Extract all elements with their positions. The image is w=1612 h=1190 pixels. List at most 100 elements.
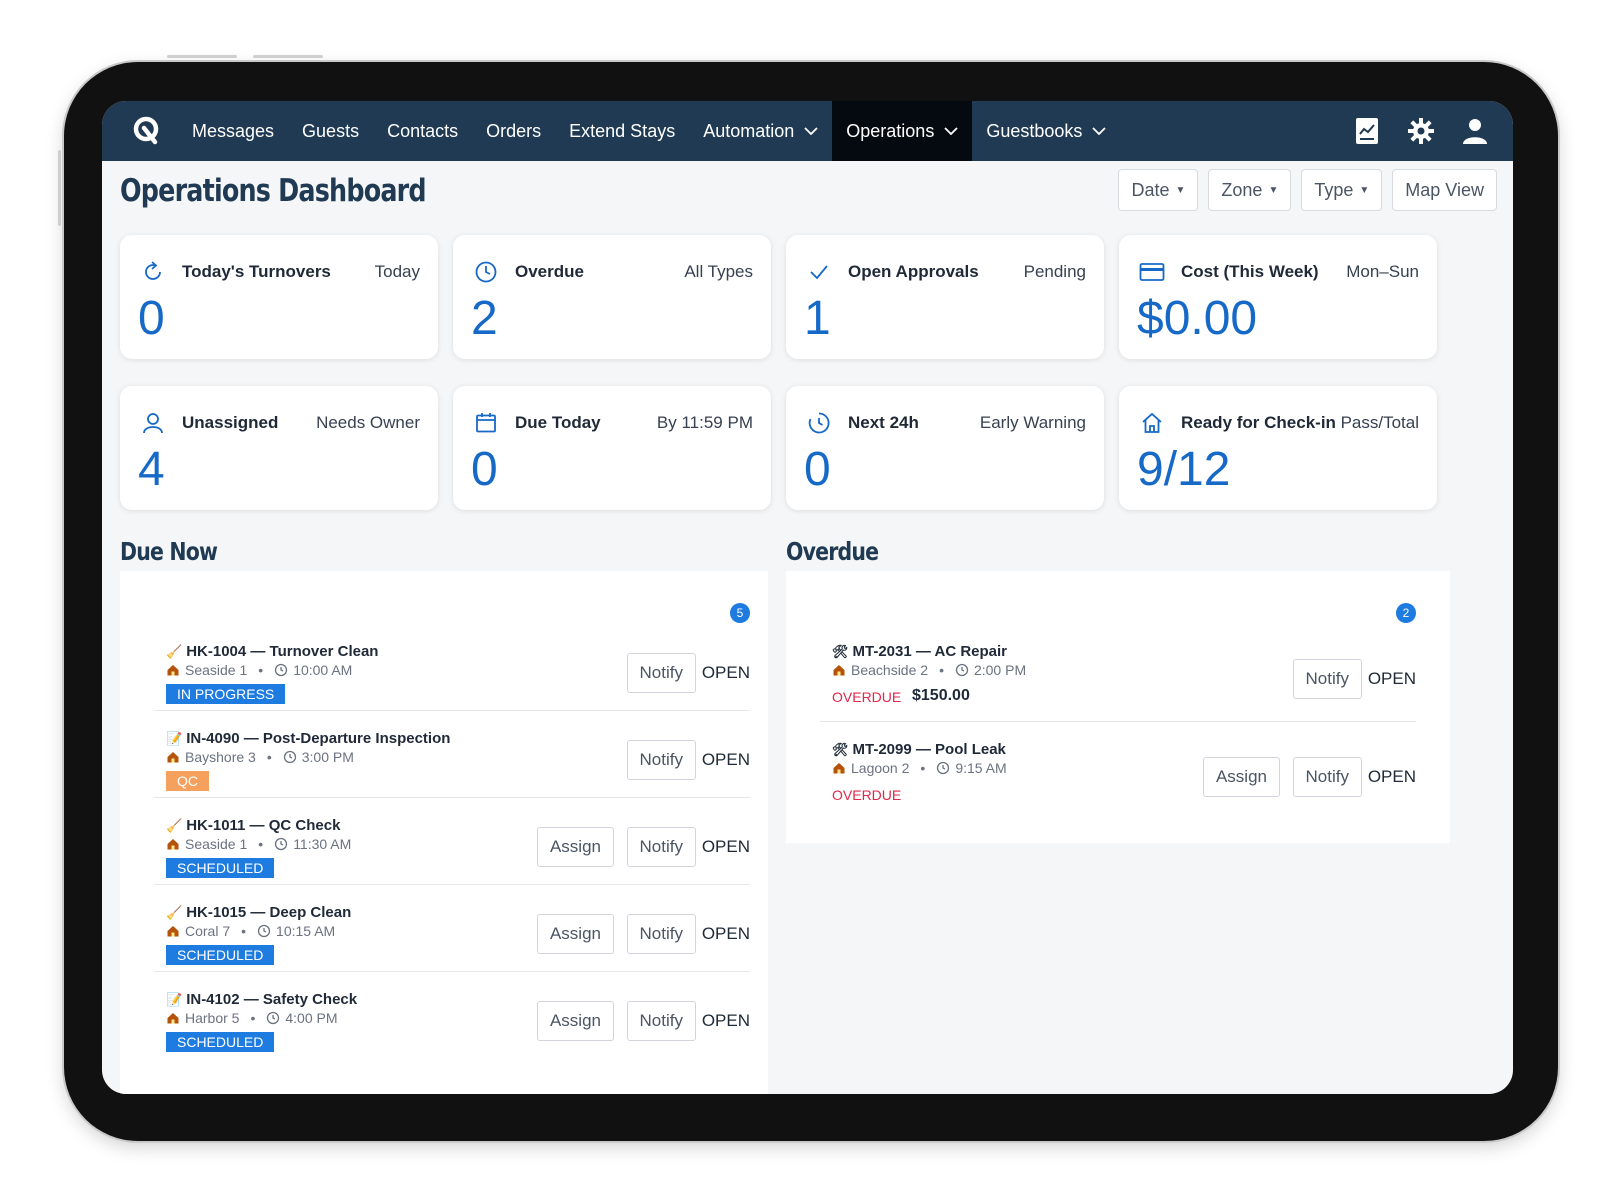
stat-card-subtitle: Pass/Total [1340, 413, 1419, 432]
task-location: Harbor 5 [185, 1010, 240, 1026]
task-location: Bayshore 3 [185, 749, 256, 765]
map-view-button[interactable]: Map View [1392, 169, 1497, 211]
app-logo[interactable] [128, 113, 164, 149]
stat-card-value: 0 [138, 292, 165, 345]
stat-card-title: Overdue [515, 262, 584, 281]
clock-icon [266, 1011, 280, 1025]
status-badge: IN PROGRESS [166, 684, 286, 704]
stat-card[interactable]: Overdue All Types 2 [453, 235, 771, 359]
notify-button[interactable]: Notify [626, 914, 696, 954]
nav-item-automation[interactable]: Automation [689, 101, 832, 161]
type-filter[interactable]: Type ▼ [1301, 169, 1383, 211]
stat-card-value: 2 [471, 292, 498, 345]
task-title-text: HK-1011 — QC Check [186, 817, 341, 834]
user-icon[interactable] [1461, 117, 1489, 145]
status-badge: SCHEDULED [166, 1032, 275, 1052]
stat-card[interactable]: Ready for Check-in Pass/Total 9/12 [1119, 386, 1437, 510]
stat-card-subtitle: Early Warning [979, 413, 1086, 432]
assign-button[interactable]: Assign [536, 914, 614, 954]
chevron-down-icon [804, 127, 818, 135]
app-screen: Messages Guests Contacts Orders Extend Stays… [102, 101, 1513, 1094]
nav-item-operations[interactable]: Operations [832, 101, 973, 161]
open-link[interactable]: OPEN [702, 1011, 750, 1031]
stat-card-value: 0 [471, 443, 498, 496]
stat-card[interactable]: Due Today By 11:59 PM 0 [453, 386, 771, 510]
stat-card-value: 4 [138, 443, 165, 496]
stat-card-header: Ready for Check-in Pass/Total [1137, 408, 1419, 438]
task-title-text: IN-4102 — Safety Check [186, 991, 358, 1008]
date-filter[interactable]: Date ▼ [1118, 169, 1199, 211]
task-meta: Harbor 5 • 4:00 PM [166, 1010, 338, 1026]
stat-card-header: Overdue All Types [471, 257, 753, 287]
filter-label: Type [1314, 179, 1354, 200]
nav-item-contacts[interactable]: Contacts [373, 101, 472, 161]
stat-card-header: Next 24h Early Warning [804, 408, 1086, 438]
house-icon [166, 837, 180, 851]
nav-item-label: Contacts [387, 120, 459, 141]
stat-card[interactable]: Unassigned Needs Owner 4 [120, 386, 438, 510]
stat-card-header: Today's Turnovers Today [138, 257, 420, 287]
tablet-button [253, 55, 323, 58]
row-divider [154, 971, 750, 972]
overdue-status: OVERDUE [832, 787, 902, 803]
task-title: 🧹 HK-1011 — QC Check [166, 817, 340, 834]
nav-item-label: Automation [703, 120, 795, 141]
open-link[interactable]: OPEN [702, 837, 750, 857]
caret-down-icon: ▼ [1359, 184, 1370, 196]
filter-label: Zone [1221, 179, 1263, 200]
tablet-button [167, 55, 237, 58]
task-location: Coral 7 [185, 923, 231, 939]
top-navbar: Messages Guests Contacts Orders Extend Stays… [102, 101, 1513, 161]
clock-icon [936, 761, 950, 775]
separator-dot: • [258, 836, 264, 852]
stat-card-title: Open Approvals [848, 262, 979, 281]
notify-button[interactable]: Notify [626, 1001, 696, 1041]
notify-button[interactable]: Notify [626, 653, 696, 693]
zone-filter[interactable]: Zone ▼ [1208, 169, 1292, 211]
nav-item-label: Messages [192, 120, 275, 141]
nav-item-label: Guestbooks [986, 120, 1083, 141]
task-time: 3:00 PM [301, 749, 354, 765]
stat-card[interactable]: Today's Turnovers Today 0 [120, 235, 438, 359]
overdue-status: OVERDUE [832, 689, 902, 705]
nav-item-orders[interactable]: Orders [472, 101, 555, 161]
nav-item-messages[interactable]: Messages [178, 101, 288, 161]
task-title: 🛠 MT-2031 — AC Repair [832, 643, 1007, 660]
assign-button[interactable]: Assign [536, 1001, 614, 1041]
task-title: 🛠 MT-2099 — Pool Leak [832, 741, 1006, 758]
stat-card-title: Due Today [515, 413, 601, 432]
assign-button[interactable]: Assign [1202, 757, 1280, 797]
open-link[interactable]: OPEN [702, 750, 750, 770]
task-title-text: MT-2031 — AC Repair [852, 643, 1008, 660]
open-link[interactable]: OPEN [1368, 767, 1416, 787]
assign-button[interactable]: Assign [536, 827, 614, 867]
separator-dot: • [250, 1010, 256, 1026]
notify-button[interactable]: Notify [1292, 757, 1362, 797]
notify-button[interactable]: Notify [1292, 659, 1362, 699]
task-title-text: MT-2099 — Pool Leak [852, 741, 1006, 758]
stat-card[interactable]: Open Approvals Pending 1 [786, 235, 1104, 359]
notify-button[interactable]: Notify [626, 827, 696, 867]
open-link[interactable]: OPEN [702, 924, 750, 944]
home-icon [1137, 408, 1167, 438]
logo-icon [133, 116, 159, 145]
report-icon[interactable] [1353, 117, 1381, 145]
tablet-button [58, 150, 61, 226]
nav-item-guestbooks[interactable]: Guestbooks [972, 101, 1120, 161]
notify-button[interactable]: Notify [626, 740, 696, 780]
task-title: 🧹 HK-1015 — Deep Clean [166, 904, 351, 921]
nav-item-guests[interactable]: Guests [288, 101, 373, 161]
caret-down-icon: ▼ [1268, 184, 1279, 196]
open-link[interactable]: OPEN [1368, 669, 1416, 689]
nav-item-extend-stays[interactable]: Extend Stays [555, 101, 689, 161]
stat-card[interactable]: Next 24h Early Warning 0 [786, 386, 1104, 510]
separator-dot: • [266, 749, 272, 765]
broom-icon: 🧹 [166, 904, 183, 920]
stat-card[interactable]: Cost (This Week) Mon–Sun $0.00 [1119, 235, 1437, 359]
stat-card-subtitle: Pending [1023, 262, 1086, 281]
house-icon [166, 1011, 180, 1025]
gear-icon[interactable] [1407, 117, 1435, 145]
open-link[interactable]: OPEN [702, 663, 750, 683]
task-title: 📝 IN-4102 — Safety Check [166, 991, 357, 1008]
clock-icon [283, 750, 297, 764]
